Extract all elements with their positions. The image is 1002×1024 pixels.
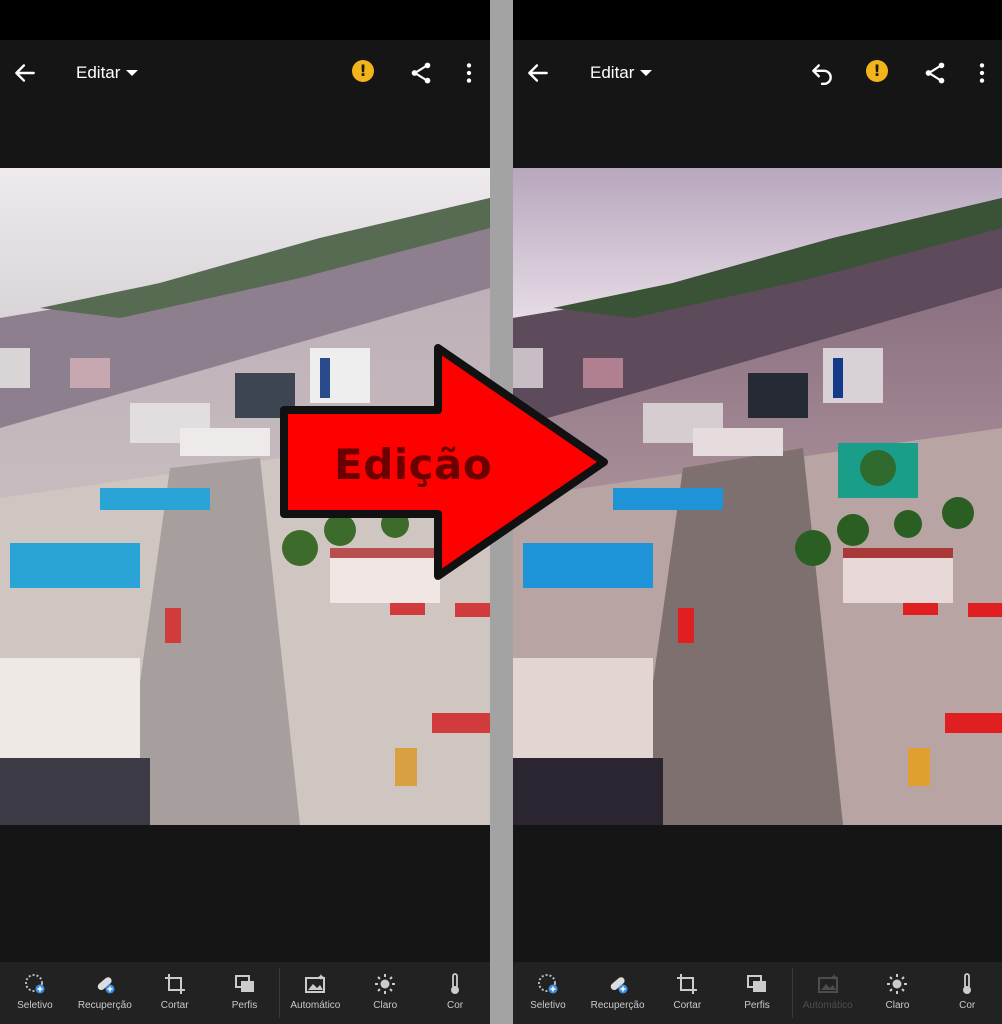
- photo-before: [0, 168, 490, 825]
- before-screen: Editar ! Seletivo Recuperção Cortar Perf…: [0, 0, 490, 1024]
- tool-light[interactable]: Claro: [350, 962, 420, 1024]
- warning-icon: !: [866, 60, 888, 82]
- tool-healing[interactable]: Recuperção: [70, 962, 140, 1024]
- light-icon: [887, 974, 908, 994]
- color-thermometer-icon: [451, 973, 460, 994]
- tool-light[interactable]: Claro: [863, 962, 933, 1024]
- healing-brush-icon: [97, 977, 115, 994]
- edit-mode-label: Editar: [76, 63, 121, 82]
- tool-label: Claro: [885, 1000, 910, 1011]
- app-header: Editar !: [0, 40, 490, 104]
- warning-button[interactable]: !: [866, 60, 892, 86]
- tool-label: Seletivo: [530, 1000, 566, 1011]
- tool-label: Recuperção: [590, 1000, 645, 1011]
- edit-mode-dropdown[interactable]: Editar: [76, 63, 139, 83]
- color-thermometer-icon: [963, 973, 972, 994]
- tool-color[interactable]: Cor: [420, 962, 490, 1024]
- edit-mode-dropdown[interactable]: Editar: [590, 63, 653, 83]
- profiles-icon: [234, 975, 254, 992]
- crop-icon: [677, 974, 698, 994]
- auto-icon: [305, 974, 326, 993]
- tool-profiles[interactable]: Perfis: [210, 962, 280, 1024]
- status-bar: [0, 0, 490, 40]
- tool-label: Automático: [290, 1000, 341, 1011]
- tool-color[interactable]: Cor: [932, 962, 1002, 1024]
- undo-icon[interactable]: [809, 60, 835, 86]
- tool-healing[interactable]: Recuperção: [583, 962, 653, 1024]
- tool-label: Cortar: [160, 1000, 189, 1011]
- tool-selective[interactable]: Seletivo: [0, 962, 70, 1024]
- crop-icon: [164, 974, 185, 994]
- chevron-down-icon: [126, 70, 139, 76]
- warning-icon: !: [352, 60, 374, 82]
- tool-label: Cortar: [673, 1000, 702, 1011]
- tool-label: Cor: [959, 1000, 976, 1011]
- arrow-label: Edição: [334, 440, 493, 489]
- status-bar: [513, 0, 1002, 40]
- tool-label: Cor: [447, 1000, 464, 1011]
- edit-toolbar: Seletivo Recuperção Cortar Perfis Automá…: [513, 962, 1002, 1024]
- app-header: Editar !: [513, 40, 1002, 104]
- after-screen: Editar ! Seletivo Recuperção Cortar Perf…: [513, 0, 1002, 1024]
- tool-selective[interactable]: Seletivo: [513, 962, 583, 1024]
- share-icon[interactable]: [408, 60, 434, 86]
- comparison-stage: Editar ! Seletivo Recuperção Cortar Perf…: [0, 0, 1002, 1024]
- tool-auto[interactable]: Automático: [280, 962, 350, 1024]
- edit-mode-label: Editar: [590, 63, 635, 82]
- light-icon: [375, 974, 396, 994]
- tool-crop[interactable]: Cortar: [140, 962, 210, 1024]
- edit-toolbar: Seletivo Recuperção Cortar Perfis Automá…: [0, 962, 490, 1024]
- tool-label: Perfis: [744, 1000, 770, 1011]
- back-arrow-icon[interactable]: [525, 60, 551, 86]
- tool-label: Automático: [802, 1000, 853, 1011]
- profiles-icon: [747, 975, 767, 992]
- warning-button[interactable]: !: [352, 60, 378, 86]
- selective-icon: [24, 974, 45, 994]
- share-icon[interactable]: [922, 60, 948, 86]
- tool-crop[interactable]: Cortar: [652, 962, 722, 1024]
- more-options-icon[interactable]: [456, 60, 482, 86]
- city-photo-edited: [513, 168, 1002, 825]
- healing-brush-icon: [610, 977, 628, 994]
- city-photo: [0, 168, 490, 825]
- tool-auto[interactable]: Automático: [793, 962, 863, 1024]
- back-arrow-icon[interactable]: [12, 60, 38, 86]
- photo-after: [513, 168, 1002, 825]
- chevron-down-icon: [640, 70, 653, 76]
- tool-label: Claro: [373, 1000, 398, 1011]
- auto-icon: [817, 974, 838, 993]
- tool-label: Seletivo: [17, 1000, 53, 1011]
- tool-profiles[interactable]: Perfis: [722, 962, 792, 1024]
- selective-icon: [537, 974, 558, 994]
- tool-label: Perfis: [231, 1000, 258, 1011]
- tool-label: Recuperção: [77, 1000, 132, 1011]
- more-options-icon[interactable]: [969, 60, 995, 86]
